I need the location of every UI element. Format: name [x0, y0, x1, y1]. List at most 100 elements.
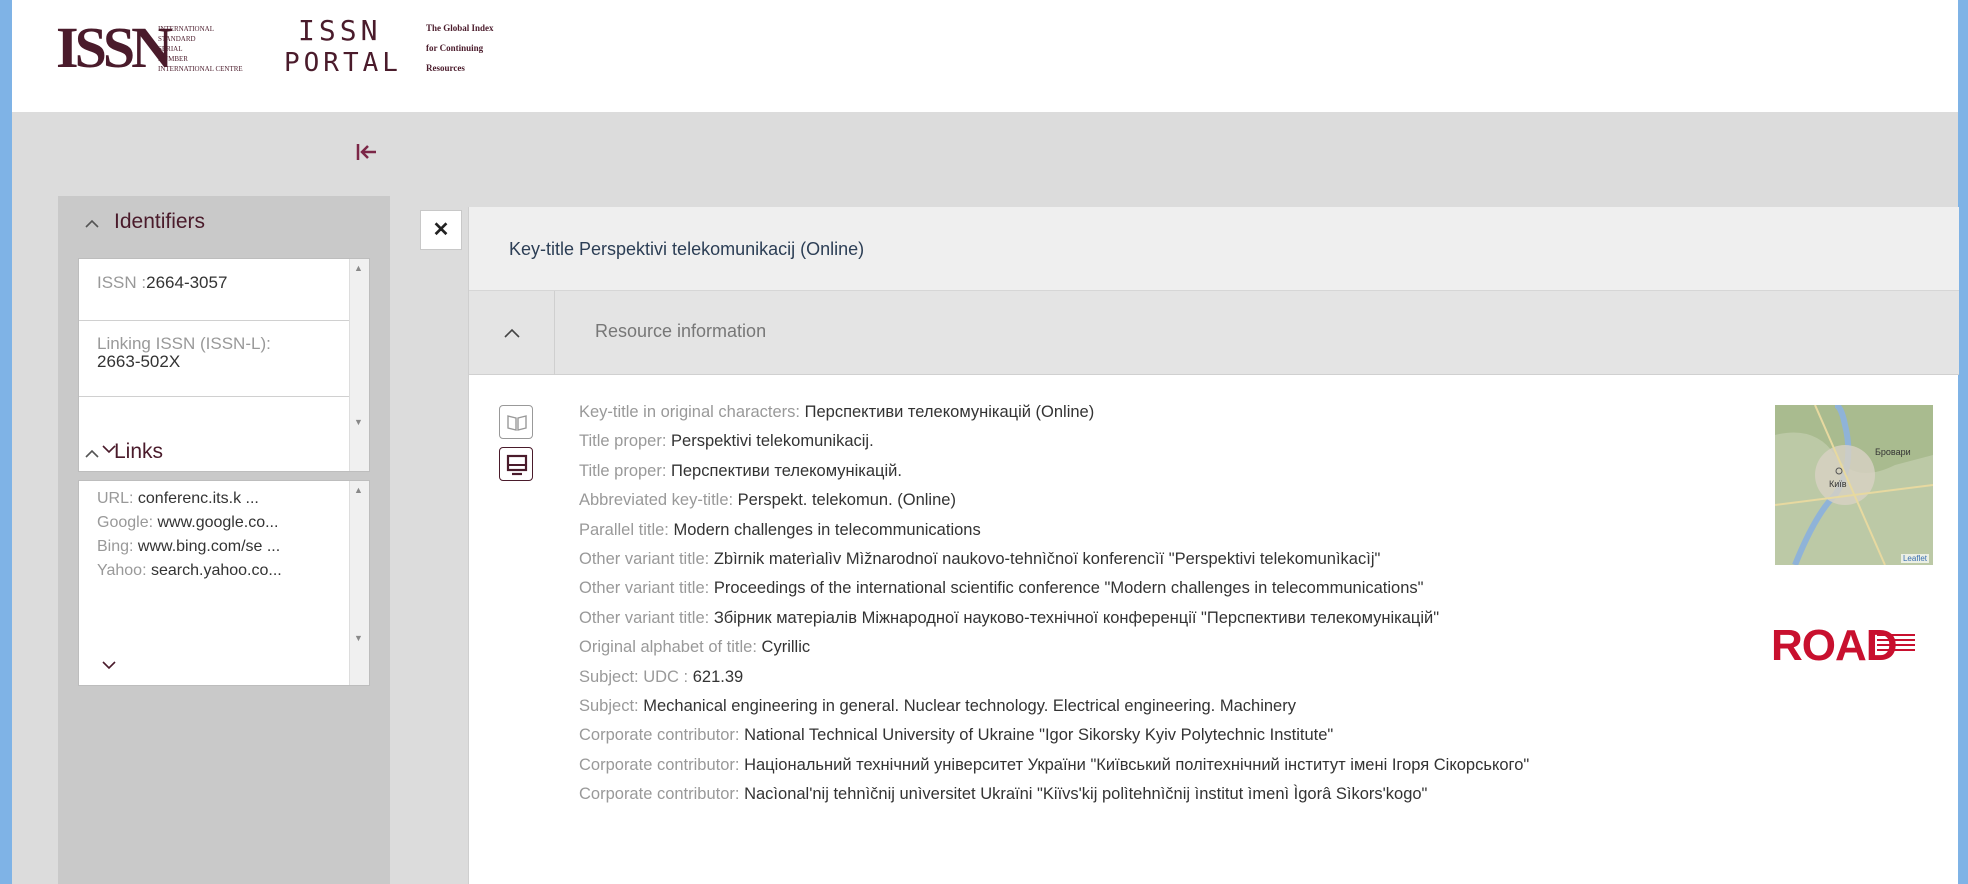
record-title: Key-title Perspektivi telekomunikacij (O… [469, 207, 1959, 291]
field-row: Other variant title: Zbìrnik materìalìv … [579, 550, 1679, 579]
issn-l-label: Linking ISSN (ISSN-L): [97, 334, 271, 353]
issn-l-row: Linking ISSN (ISSN-L): 2663-502X [79, 321, 351, 397]
link-bing[interactable]: Bing: www.bing.com/se ... [79, 535, 341, 559]
logo-line: International [158, 25, 214, 33]
field-value: Збірник матеріалів Міжнародної науково-т… [713, 608, 1440, 627]
collapse-section-button[interactable] [469, 291, 555, 375]
field-label: Title proper: [579, 432, 672, 451]
identifiers-header[interactable]: Identifiers [84, 210, 205, 234]
field-row: Title proper: Perspektivi telekomunikaci… [579, 432, 1679, 461]
book-icon[interactable] [499, 405, 533, 439]
chevron-up-icon [503, 328, 520, 338]
link-label: Yahoo: [97, 562, 151, 579]
field-label: Subject: [579, 696, 644, 715]
field-row: Original alphabet of title: Cyrillic [579, 638, 1679, 667]
field-value: Cyrillic [761, 638, 811, 657]
monitor-icon[interactable] [499, 447, 533, 481]
tagline-line: Resources [426, 63, 465, 73]
field-row: Other variant title: Proceedings of the … [579, 579, 1679, 608]
field-row: Subject: UDC : 621.39 [579, 668, 1679, 697]
field-value: Перспективи телекомунікацій (Online) [804, 403, 1095, 421]
links-panel: URL: conferenc.its.k ... Google: www.goo… [78, 480, 370, 686]
chevron-up-icon [84, 213, 100, 233]
field-label: Corporate contributor: [579, 726, 745, 745]
link-yahoo[interactable]: Yahoo: search.yahoo.co... [79, 559, 341, 583]
issn-logo-text: International Standard Serial Number Int… [158, 24, 243, 74]
portal-logo-portal: PORTAL [284, 48, 402, 78]
field-value: Perspektivi telekomunikacij. [671, 432, 874, 451]
identifiers-title: Identifiers [114, 210, 206, 233]
map-credit-link[interactable]: Leaflet [1900, 554, 1929, 563]
field-value: Zbìrnik materìalìv Mìžnarodnoï naukovo-t… [713, 549, 1381, 568]
issn-row: ISSN :2664-3057 [79, 259, 351, 321]
issn-portal-logo[interactable]: ISSN PORTAL The Global Index for Continu… [284, 14, 494, 84]
section-title: Resource information [595, 321, 767, 341]
field-label: Original alphabet of title: [579, 638, 762, 657]
issn-l-value[interactable]: 2663-502X [97, 353, 333, 371]
link-value[interactable]: conferenc.its.k ... [138, 490, 259, 507]
tagline-line: for Continuing [426, 43, 484, 53]
issn-logo-mark: ISSN [56, 15, 173, 80]
field-label: Parallel title: [579, 520, 674, 539]
link-label: Google: [97, 514, 158, 531]
field-value: Proceedings of the international scienti… [713, 579, 1424, 598]
header-bar: ISSN International Standard Serial Numbe… [12, 0, 1958, 112]
scroll-down-icon[interactable]: ▼ [354, 417, 363, 427]
field-value: 621.39 [692, 667, 744, 686]
tagline-line: The Global Index [426, 23, 494, 33]
close-icon: ✕ [432, 219, 450, 241]
issn-logo[interactable]: ISSN International Standard Serial Numbe… [56, 18, 256, 78]
link-value[interactable]: www.bing.com/se ... [138, 538, 280, 555]
portal-logo-issn: ISSN [298, 14, 382, 47]
scroll-down-icon[interactable]: ▼ [354, 633, 363, 643]
close-button[interactable]: ✕ [420, 210, 462, 250]
map-city-label: Бровари [1875, 447, 1911, 457]
links-scrollbar[interactable]: ▲ ▼ [349, 481, 369, 685]
links-header[interactable]: Links [84, 440, 163, 464]
field-value: Перспективи телекомунікацій. [671, 461, 902, 480]
chevron-up-icon [84, 443, 100, 463]
collapse-sidebar-icon[interactable] [356, 142, 378, 168]
field-row: Subject: Mechanical engineering in gener… [579, 697, 1679, 726]
resource-information-header[interactable]: Resource information [469, 291, 1959, 375]
field-row: Corporate contributor: Національний техн… [579, 756, 1679, 785]
field-row: Abbreviated key-title: Perspekt. telekom… [579, 491, 1679, 520]
field-label: Title proper: [579, 461, 672, 480]
map-city-label: Київ [1829, 479, 1847, 489]
field-label: Corporate contributor: [579, 755, 745, 774]
link-value[interactable]: search.yahoo.co... [151, 562, 282, 579]
field-value: Національний технічний університет Украї… [744, 755, 1530, 774]
issn-label: ISSN : [97, 273, 147, 292]
field-value: Mechanical engineering in general. Nucle… [643, 696, 1296, 715]
field-row: Corporate contributor: Nacìonal'nij tehn… [579, 785, 1679, 814]
record-panel: Key-title Perspektivi telekomunikacij (O… [468, 207, 1959, 884]
scroll-up-icon[interactable]: ▲ [354, 263, 363, 273]
scroll-up-icon[interactable]: ▲ [354, 485, 363, 495]
field-row: Corporate contributor: National Technica… [579, 726, 1679, 755]
page-frame: ISSN International Standard Serial Numbe… [12, 0, 1959, 884]
logo-line: Standard [158, 35, 196, 43]
link-label: URL: [97, 490, 138, 507]
logo-line: Number [158, 55, 188, 63]
issn-value[interactable]: 2664-3057 [146, 273, 227, 292]
location-map[interactable]: Бровари Київ Leaflet [1775, 405, 1933, 565]
field-row: Key-title in original characters: Перспе… [579, 403, 1679, 432]
field-label: Key-title in original characters: [579, 403, 805, 421]
links-title: Links [114, 440, 164, 463]
field-value: Nacìonal'nij tehnìčnij unìversitet Ukraï… [744, 785, 1428, 804]
logo-line: Serial [158, 45, 183, 53]
field-row: Parallel title: Modern challenges in tel… [579, 521, 1679, 550]
sidebar: Identifiers ISSN :2664-3057 Linking ISSN… [58, 196, 390, 884]
link-label: Bing: [97, 538, 138, 555]
link-value[interactable]: www.google.co... [157, 514, 278, 531]
field-label: Other variant title: [579, 549, 714, 568]
resource-fields: Key-title in original characters: Перспе… [579, 403, 1679, 814]
field-label: Other variant title: [579, 579, 714, 598]
identifiers-scrollbar[interactable]: ▲ ▼ [349, 259, 369, 471]
link-google[interactable]: Google: www.google.co... [79, 511, 341, 535]
portal-tagline: The Global Index for Continuing Resource… [426, 18, 494, 78]
field-label: Other variant title: [579, 608, 714, 627]
field-label: Subject: UDC : [579, 667, 693, 686]
chevron-down-icon[interactable] [101, 653, 117, 676]
link-url[interactable]: URL: conferenc.its.k ... [79, 487, 341, 511]
